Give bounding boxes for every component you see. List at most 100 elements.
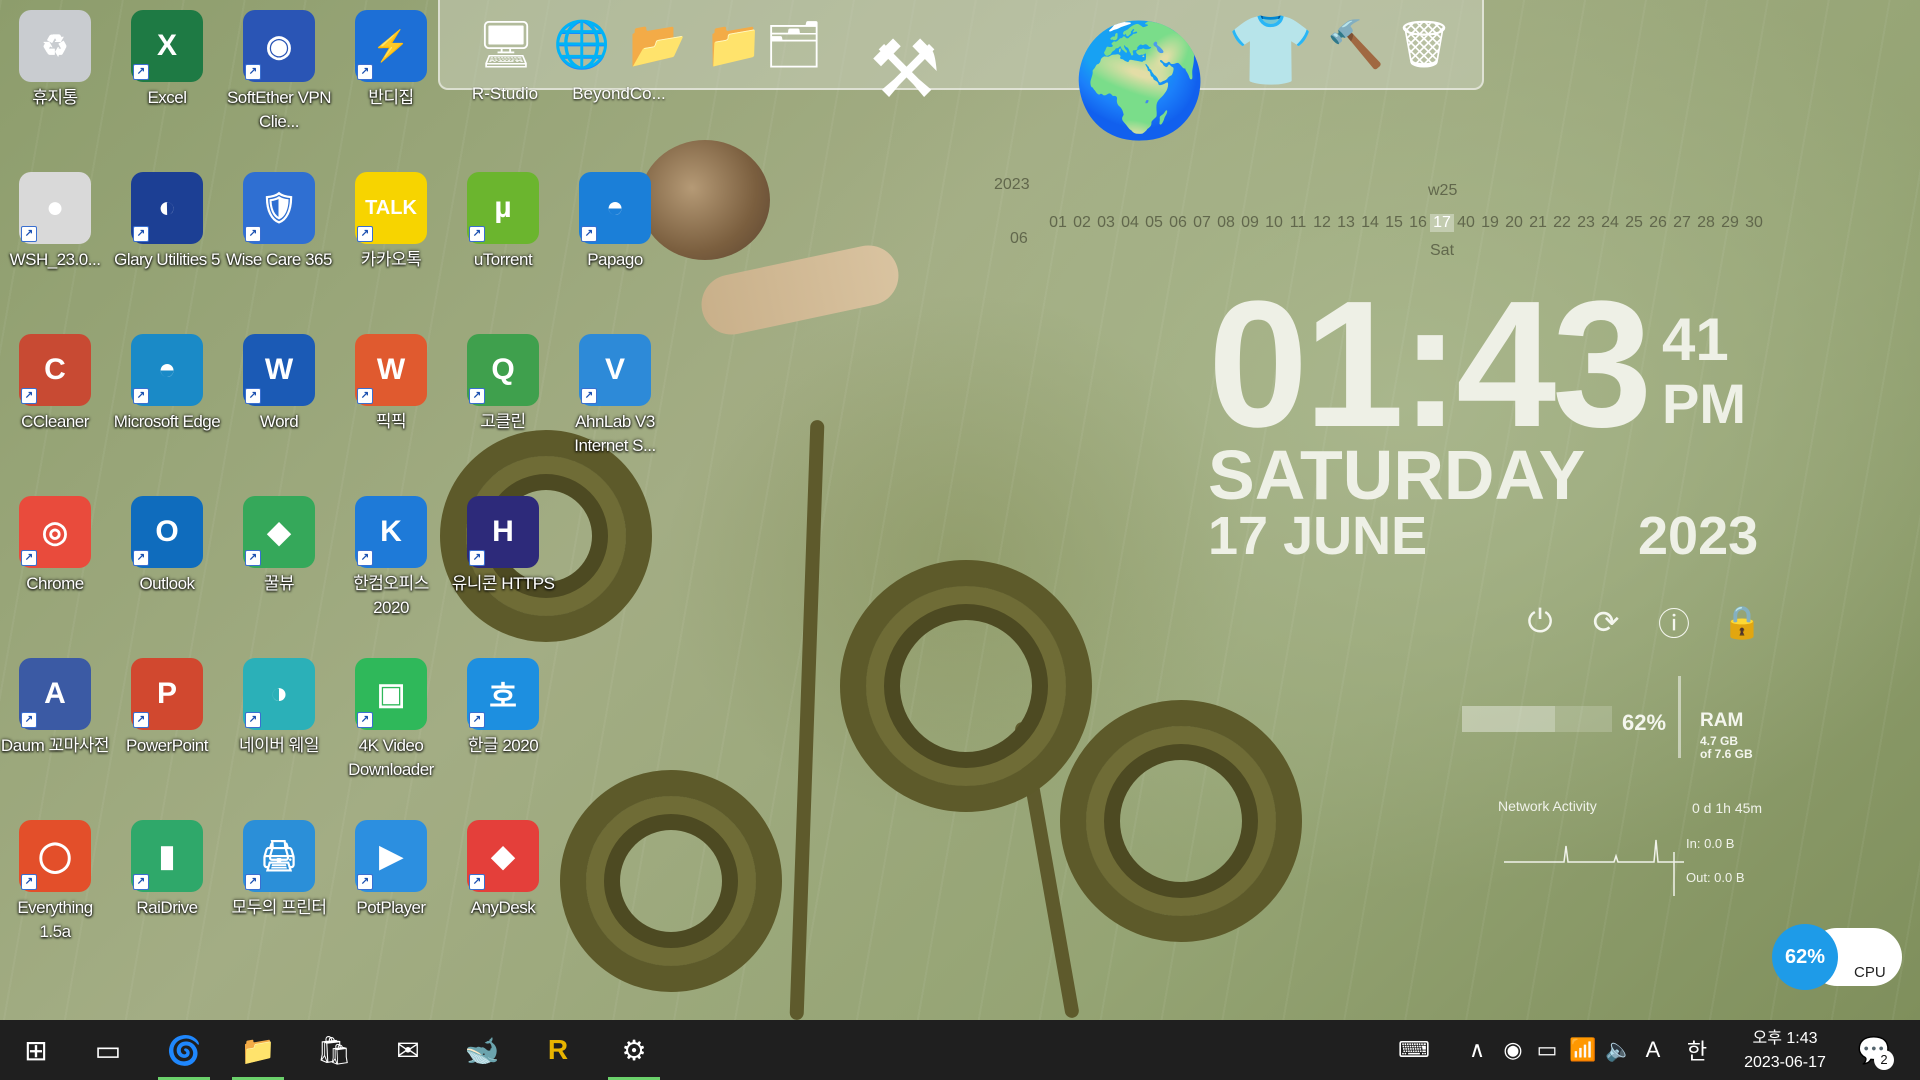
desktop-icon[interactable]: C ↗ CCleaner — [0, 328, 110, 434]
store-icon[interactable]: 🛍 — [304, 1020, 364, 1080]
ram-used: 4.7 GB — [1700, 734, 1739, 748]
desktop-icon[interactable]: ● ↗ WSH_23.0... — [0, 166, 110, 272]
desktop-icon-label: Excel — [147, 88, 187, 107]
desktop-icon[interactable]: W ↗ Word — [224, 328, 334, 434]
desktop-icon[interactable]: ▣ ↗ 4K Video Downloader — [336, 652, 446, 782]
battery-icon[interactable]: ▭ — [1530, 1020, 1564, 1080]
calendar-day: 26 — [1649, 214, 1667, 231]
windows-start-icon[interactable]: ⊞ — [6, 1020, 66, 1080]
desktop-icon[interactable]: ⚡ ↗ 반디집 — [336, 4, 446, 110]
calendar-day: 08 — [1217, 214, 1235, 231]
clock-seconds: 41 — [1662, 306, 1729, 373]
volume-icon[interactable]: 🔈 — [1602, 1020, 1636, 1080]
shortcut-arrow-icon: ↗ — [469, 550, 485, 566]
lock-icon[interactable]: 🔒 — [1720, 600, 1764, 644]
desktop-icon[interactable]: ◓ ↗ Papago — [560, 166, 670, 272]
naver-whale-icon[interactable]: 🐋 — [452, 1020, 512, 1080]
shortcut-arrow-icon: ↗ — [357, 226, 373, 242]
edge-icon[interactable]: 🌀 — [154, 1020, 214, 1080]
gear-icon[interactable]: ⚙ — [604, 1020, 664, 1080]
shortcut-arrow-icon: ↗ — [245, 388, 261, 404]
desktop-icon-label: RaiDrive — [136, 898, 198, 917]
globe-icon[interactable]: 🌍 — [1070, 10, 1210, 150]
desktop-icon[interactable]: ◆ ↗ 꿀뷰 — [224, 490, 334, 596]
recycle-bin-icon[interactable]: 🗑 — [1386, 8, 1462, 80]
power-icon[interactable]: ⏻ — [1518, 600, 1562, 644]
calendar-day: 04 — [1121, 214, 1139, 231]
calendar-day: 10 — [1265, 214, 1283, 231]
desktop-icon[interactable]: W ↗ 픽픽 — [336, 328, 446, 434]
word-icon: W ↗ — [243, 334, 315, 406]
webcam-icon[interactable]: ◉ — [1496, 1020, 1530, 1080]
calendar-day: 28 — [1697, 214, 1715, 231]
taskbar-time[interactable]: 오후 1:43 — [1730, 1028, 1840, 1050]
desktop-icon[interactable]: ◐ ↗ Glary Utilities 5 — [112, 166, 222, 272]
logoff-icon[interactable]: ⓘ — [1652, 600, 1696, 644]
desktop-icon[interactable]: 🛡 ↗ Wise Care 365 — [224, 166, 334, 272]
desktop-icon-label: 모두의 프린터 — [231, 898, 327, 917]
calendar-day: 05 — [1145, 214, 1163, 231]
desktop-icon[interactable]: TALK ↗ 카카오톡 — [336, 166, 446, 272]
desktop-icon[interactable]: ◆ ↗ AnyDesk — [448, 814, 558, 920]
desktop-icon[interactable]: ◉ ↗ SoftEther VPN Clie... — [224, 4, 334, 134]
cpu-badge[interactable]: 62% CPU — [1772, 924, 1902, 990]
desktop-icon[interactable]: ◑ ↗ 네이버 웨일 — [224, 652, 334, 758]
calendar-day: 14 — [1361, 214, 1379, 231]
shortcut-arrow-icon: ↗ — [21, 226, 37, 242]
folder-icon[interactable]: 📁 — [228, 1020, 288, 1080]
ime-mode[interactable]: A — [1636, 1020, 1670, 1080]
chevron-up-icon[interactable]: ∧ — [1460, 1020, 1494, 1080]
shortcut-arrow-icon: ↗ — [245, 712, 261, 728]
desktop-icon-label: 한글 2020 — [467, 736, 539, 755]
desktop-icon[interactable]: A ↗ Daum 꼬마사전 — [0, 652, 110, 758]
taskbar-date[interactable]: 2023-06-17 — [1726, 1052, 1844, 1074]
keyboard-icon[interactable]: ⌨ — [1392, 1020, 1436, 1080]
task-view-icon[interactable]: ▭ — [78, 1020, 138, 1080]
clock-ampm: PM — [1662, 372, 1746, 435]
ram-label: RAM — [1700, 710, 1744, 731]
picpick-icon: W ↗ — [355, 334, 427, 406]
desktop-icon[interactable]: V ↗ AhnLab V3 Internet S... — [560, 328, 670, 458]
desktop-icon[interactable]: O ↗ Outlook — [112, 490, 222, 596]
restart-icon[interactable]: ⟳ — [1584, 600, 1628, 644]
calendar-week: w25 — [1428, 182, 1458, 199]
desktop-icon[interactable]: P ↗ PowerPoint — [112, 652, 222, 758]
desktop-icon[interactable]: X ↗ Excel — [112, 4, 222, 110]
desktop-icon[interactable]: µ ↗ uTorrent — [448, 166, 558, 272]
desktop-icon[interactable]: ▮ ↗ RaiDrive — [112, 814, 222, 920]
hammer-wrench-icon[interactable]: 🔨 — [1318, 8, 1394, 80]
r-studio-icon[interactable]: 🖥 — [468, 8, 544, 80]
softether-vpn-icon: ◉ ↗ — [243, 10, 315, 82]
shortcut-arrow-icon: ↗ — [133, 388, 149, 404]
tshirt-icon[interactable]: 👕 — [1226, 6, 1316, 96]
kakaotalk-icon: TALK ↗ — [355, 172, 427, 244]
wifi-icon[interactable]: 📶 — [1566, 1020, 1600, 1080]
mail-icon[interactable]: ✉ — [378, 1020, 438, 1080]
beyond-compare-icon[interactable]: 🌐 — [544, 8, 620, 80]
notification-icon[interactable]: 💬 2 — [1852, 1030, 1896, 1070]
ime-lang[interactable]: 한 — [1680, 1020, 1714, 1080]
tools-icon[interactable]: ⚒ — [850, 14, 960, 124]
desktop-icon[interactable]: 🖨 ↗ 모두의 프린터 — [224, 814, 334, 920]
wise-care-icon: 🛡 ↗ — [243, 172, 315, 244]
desktop-icon[interactable]: ♻ 휴지통 — [0, 4, 110, 110]
desktop-icon[interactable]: ◓ ↗ Microsoft Edge — [112, 328, 222, 434]
desktop-icon[interactable]: 호 ↗ 한글 2020 — [448, 652, 558, 758]
desktop-icon-label: WSH_23.0... — [9, 250, 101, 269]
desktop-icon[interactable]: H ↗ 유니콘 HTTPS — [448, 490, 558, 596]
calendar-day: 40 — [1457, 214, 1475, 231]
calendar-day: 13 — [1337, 214, 1355, 231]
folder-icon[interactable]: 📂 — [620, 8, 696, 80]
calendar-days: 01 02 03 04 05 06 07 08 09 10 11 12 13 14 15 16 17 40 19 20… — [1046, 214, 1766, 232]
folder-icon[interactable]: 🗂 — [756, 8, 832, 80]
desktop-icon[interactable]: Q ↗ 고클린 — [448, 328, 558, 434]
desktop-icon-label: 휴지통 — [32, 88, 78, 107]
glary-utilities-icon: ◐ ↗ — [131, 172, 203, 244]
desktop-icon[interactable]: ▶ ↗ PotPlayer — [336, 814, 446, 920]
calendar-day: 17 — [1430, 214, 1454, 232]
r-app-icon[interactable]: R — [528, 1020, 588, 1080]
desktop-icon-label: 반디집 — [368, 88, 414, 107]
desktop-icon[interactable]: K ↗ 한컴오피스 2020 — [336, 490, 446, 620]
desktop-icon[interactable]: ◎ ↗ Chrome — [0, 490, 110, 596]
desktop-icon[interactable]: ◯ ↗ Everything 1.5a — [0, 814, 110, 944]
